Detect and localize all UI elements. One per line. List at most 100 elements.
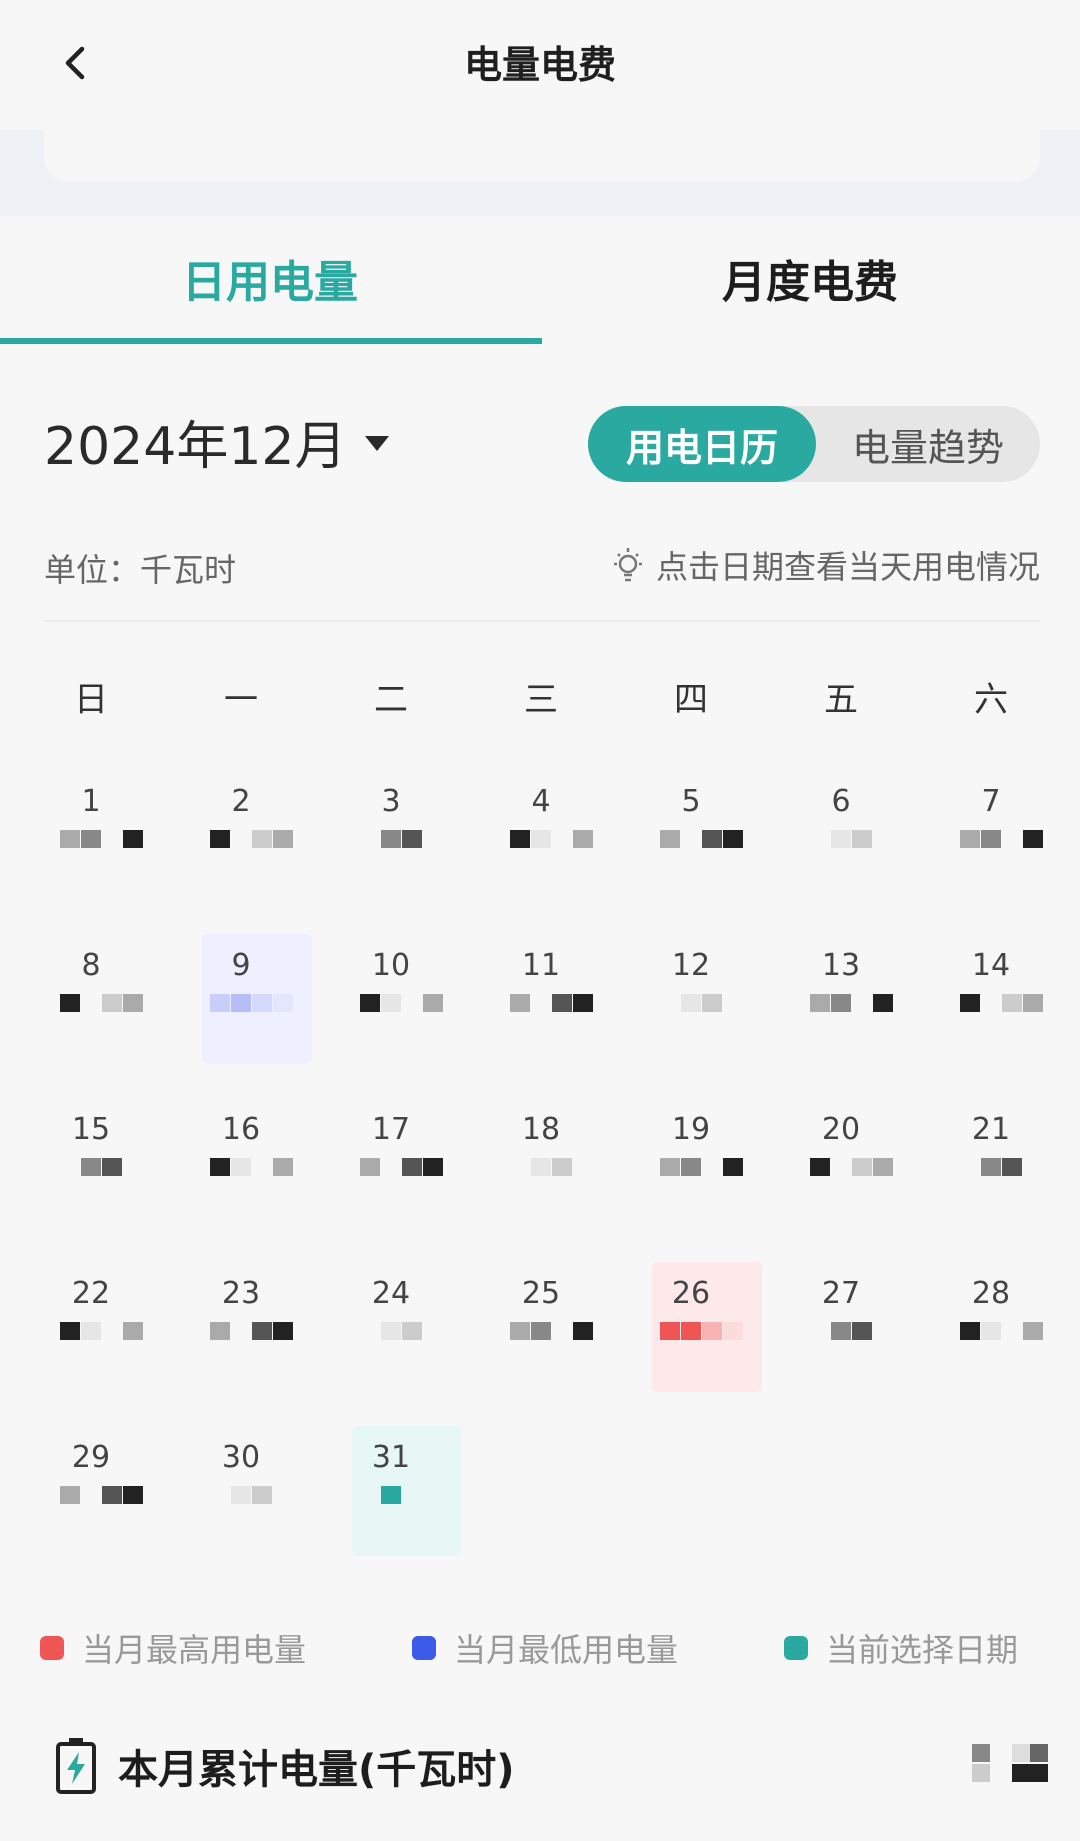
day-usage-redacted	[166, 1158, 316, 1192]
day-usage-redacted	[916, 1158, 1066, 1192]
tab-daily-usage[interactable]: 日用电量	[0, 246, 540, 310]
legend-high-label: 当月最高用电量	[82, 1631, 307, 1669]
summary-card-strip	[0, 130, 1080, 216]
calendar-day[interactable]: 4	[466, 770, 616, 934]
day-number: 25	[521, 1276, 561, 1311]
calendar-day[interactable]: 22	[16, 1262, 166, 1426]
day-number: 16	[221, 1112, 261, 1147]
day-usage-redacted	[766, 1322, 916, 1356]
day-usage-redacted	[316, 994, 466, 1028]
calendar-day[interactable]: 12	[616, 934, 766, 1098]
page-title: 电量电费	[463, 43, 616, 87]
day-usage-redacted	[16, 1322, 166, 1356]
summary-card	[44, 130, 1040, 182]
calendar-day[interactable]: 5	[616, 770, 766, 934]
legend-selected-dot	[784, 1636, 808, 1660]
calendar-day[interactable]: 13	[766, 934, 916, 1098]
tab-monthly-bill[interactable]: 月度电费	[540, 246, 1080, 310]
unit-label: 单位：千瓦时	[44, 551, 237, 589]
calendar-day[interactable]: 14	[916, 934, 1066, 1098]
day-number: 11	[521, 948, 561, 983]
day-number: 14	[971, 948, 1011, 983]
day-usage-redacted	[616, 1158, 766, 1192]
screen: 电量电费 日用电量 月度电费 2024年12月 用电日历 电量趋势 单位：千瓦时…	[0, 0, 1080, 1841]
calendar-day[interactable]: 31	[316, 1426, 466, 1590]
calendar-day[interactable]: 29	[16, 1426, 166, 1590]
day-usage-redacted	[16, 830, 166, 864]
day-number: 9	[231, 948, 251, 983]
day-number: 24	[371, 1276, 411, 1311]
calendar-day[interactable]: 2	[166, 770, 316, 934]
day-usage-redacted	[166, 1486, 316, 1520]
day-usage-redacted	[466, 1322, 616, 1356]
view-toggle: 用电日历 电量趋势	[588, 406, 1040, 482]
monthly-total-label: 本月累计电量(千瓦时)	[118, 1747, 515, 1793]
calendar-day[interactable]: 24	[316, 1262, 466, 1426]
weekday-4: 四	[674, 680, 708, 720]
day-usage-redacted	[316, 1322, 466, 1356]
day-number: 27	[821, 1276, 861, 1311]
weekday-1: 一	[224, 680, 258, 720]
day-number: 21	[971, 1112, 1011, 1147]
day-usage-redacted	[316, 1486, 466, 1520]
calendar-day[interactable]: 1	[16, 770, 166, 934]
day-usage-redacted	[466, 994, 616, 1028]
day-usage-redacted	[316, 1158, 466, 1192]
calendar-day[interactable]: 11	[466, 934, 616, 1098]
calendar-day[interactable]: 6	[766, 770, 916, 934]
calendar-day[interactable]: 23	[166, 1262, 316, 1426]
calendar-day[interactable]: 18	[466, 1098, 616, 1262]
legend-high: 当月最高用电量	[40, 1625, 306, 1671]
legend-low-label: 当月最低用电量	[454, 1631, 679, 1669]
tip: 点击日期查看当天用电情况	[608, 542, 1040, 588]
weekday-header: 日一二三四五六	[16, 672, 1066, 722]
calendar-day[interactable]: 9	[166, 934, 316, 1098]
day-number: 4	[531, 784, 551, 819]
calendar-day[interactable]: 3	[316, 770, 466, 934]
day-usage-redacted	[16, 1158, 166, 1192]
calendar-day[interactable]: 25	[466, 1262, 616, 1426]
day-usage-redacted	[466, 830, 616, 864]
calendar-day[interactable]: 21	[916, 1098, 1066, 1262]
calendar-day[interactable]: 27	[766, 1262, 916, 1426]
calendar-day[interactable]: 17	[316, 1098, 466, 1262]
weekday-0: 日	[74, 680, 108, 720]
legend: 当月最高用电量 当月最低用电量 当前选择日期	[40, 1625, 1040, 1669]
weekday-6: 六	[974, 680, 1008, 720]
divider	[44, 620, 1040, 622]
calendar-day[interactable]: 15	[16, 1098, 166, 1262]
calendar-day[interactable]: 16	[166, 1098, 316, 1262]
calendar-day[interactable]: 26	[616, 1262, 766, 1426]
day-number: 29	[71, 1440, 111, 1475]
calendar-day[interactable]: 10	[316, 934, 466, 1098]
calendar-day[interactable]: 30	[166, 1426, 316, 1590]
day-number: 17	[371, 1112, 411, 1147]
day-number: 22	[71, 1276, 111, 1311]
monthly-total: 本月累计电量(千瓦时)	[54, 1726, 1044, 1806]
month-selector[interactable]: 2024年12月	[44, 404, 389, 479]
day-number: 13	[821, 948, 861, 983]
calendar-day[interactable]: 7	[916, 770, 1066, 934]
calendar-day[interactable]: 19	[616, 1098, 766, 1262]
calendar-day[interactable]: 8	[16, 934, 166, 1098]
toggle-calendar[interactable]: 用电日历	[588, 406, 816, 482]
toggle-trend[interactable]: 电量趋势	[816, 406, 1040, 482]
day-number: 23	[221, 1276, 261, 1311]
day-usage-redacted	[766, 830, 916, 864]
day-number: 18	[521, 1112, 561, 1147]
day-number: 7	[981, 784, 1001, 819]
day-usage-redacted	[466, 1158, 616, 1192]
day-number: 6	[831, 784, 851, 819]
calendar-day[interactable]: 28	[916, 1262, 1066, 1426]
day-number: 3	[381, 784, 401, 819]
day-usage-redacted	[916, 830, 1066, 864]
tip-text: 点击日期查看当天用电情况	[655, 548, 1040, 586]
top-bar: 电量电费	[0, 0, 1080, 130]
day-number: 5	[681, 784, 701, 819]
legend-high-dot	[40, 1636, 64, 1660]
day-number: 19	[671, 1112, 711, 1147]
weekday-2: 二	[374, 680, 408, 720]
day-usage-redacted	[166, 1322, 316, 1356]
calendar-day[interactable]: 20	[766, 1098, 916, 1262]
month-label: 2024年12月	[44, 417, 347, 477]
